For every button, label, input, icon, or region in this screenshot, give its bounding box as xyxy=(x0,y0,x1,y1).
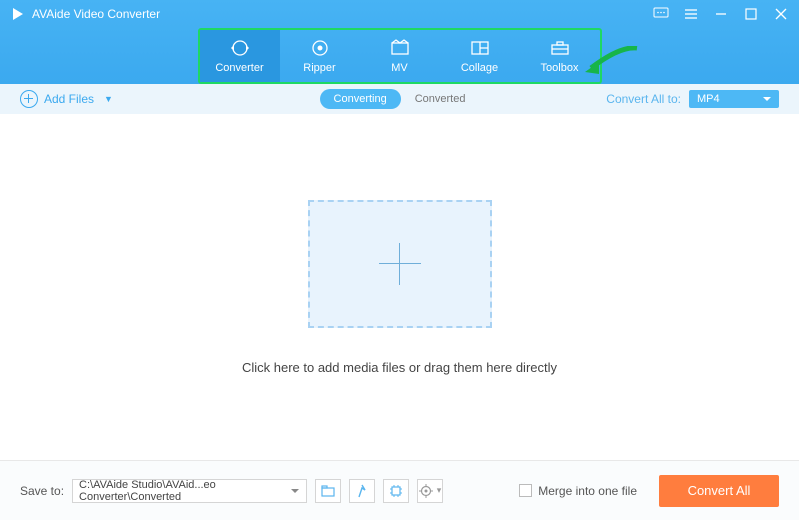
tab-converted[interactable]: Converted xyxy=(401,89,480,109)
mv-icon xyxy=(389,39,411,57)
tab-mv[interactable]: MV xyxy=(360,30,440,82)
open-folder-button[interactable] xyxy=(315,479,341,503)
menu-icon[interactable] xyxy=(683,6,699,22)
dropzone-hint: Click here to add media files or drag th… xyxy=(242,360,557,375)
chevron-down-icon: ▼ xyxy=(104,94,113,104)
convert-all-to-label: Convert All to: xyxy=(606,92,681,106)
tab-label: Toolbox xyxy=(541,62,579,74)
annotation-arrow-icon xyxy=(585,46,640,76)
tab-converter[interactable]: Converter xyxy=(200,30,280,82)
maximize-icon[interactable] xyxy=(743,6,759,22)
ripper-icon xyxy=(309,39,331,57)
toolbox-icon xyxy=(549,39,571,57)
tab-ripper[interactable]: Ripper xyxy=(280,30,360,82)
tab-label: MV xyxy=(391,62,408,74)
checkbox-icon xyxy=(519,484,532,497)
tab-converting[interactable]: Converting xyxy=(320,89,401,109)
plus-circle-icon xyxy=(20,90,38,108)
chat-icon[interactable] xyxy=(653,6,669,22)
settings-button[interactable]: ▾ xyxy=(417,479,443,503)
merge-checkbox[interactable]: Merge into one file xyxy=(519,484,637,498)
save-to-label: Save to: xyxy=(20,484,64,498)
tab-collage[interactable]: Collage xyxy=(440,30,520,82)
tab-label: Ripper xyxy=(303,62,335,74)
collage-icon xyxy=(469,39,491,57)
save-path-select[interactable]: C:\AVAide Studio\AVAid...eo Converter\Co… xyxy=(72,479,307,503)
main-tabs: Converter Ripper MV Collage Toolbox xyxy=(198,28,602,84)
hardware-button[interactable] xyxy=(383,479,409,503)
convert-all-button[interactable]: Convert All xyxy=(659,475,779,507)
minimize-icon[interactable] xyxy=(713,6,729,22)
dropzone[interactable] xyxy=(308,200,492,328)
tab-label: Collage xyxy=(461,62,498,74)
speed-button[interactable] xyxy=(349,479,375,503)
app-logo-icon xyxy=(10,6,26,22)
tab-label: Converter xyxy=(215,62,263,74)
merge-label: Merge into one file xyxy=(538,484,637,498)
format-select[interactable]: MP4 xyxy=(689,90,779,108)
plus-icon xyxy=(379,243,421,285)
app-title: AVAide Video Converter xyxy=(32,7,653,21)
close-icon[interactable] xyxy=(773,6,789,22)
add-files-label: Add Files xyxy=(44,92,94,106)
add-files-button[interactable]: Add Files ▼ xyxy=(20,90,113,108)
converter-icon xyxy=(229,39,251,57)
